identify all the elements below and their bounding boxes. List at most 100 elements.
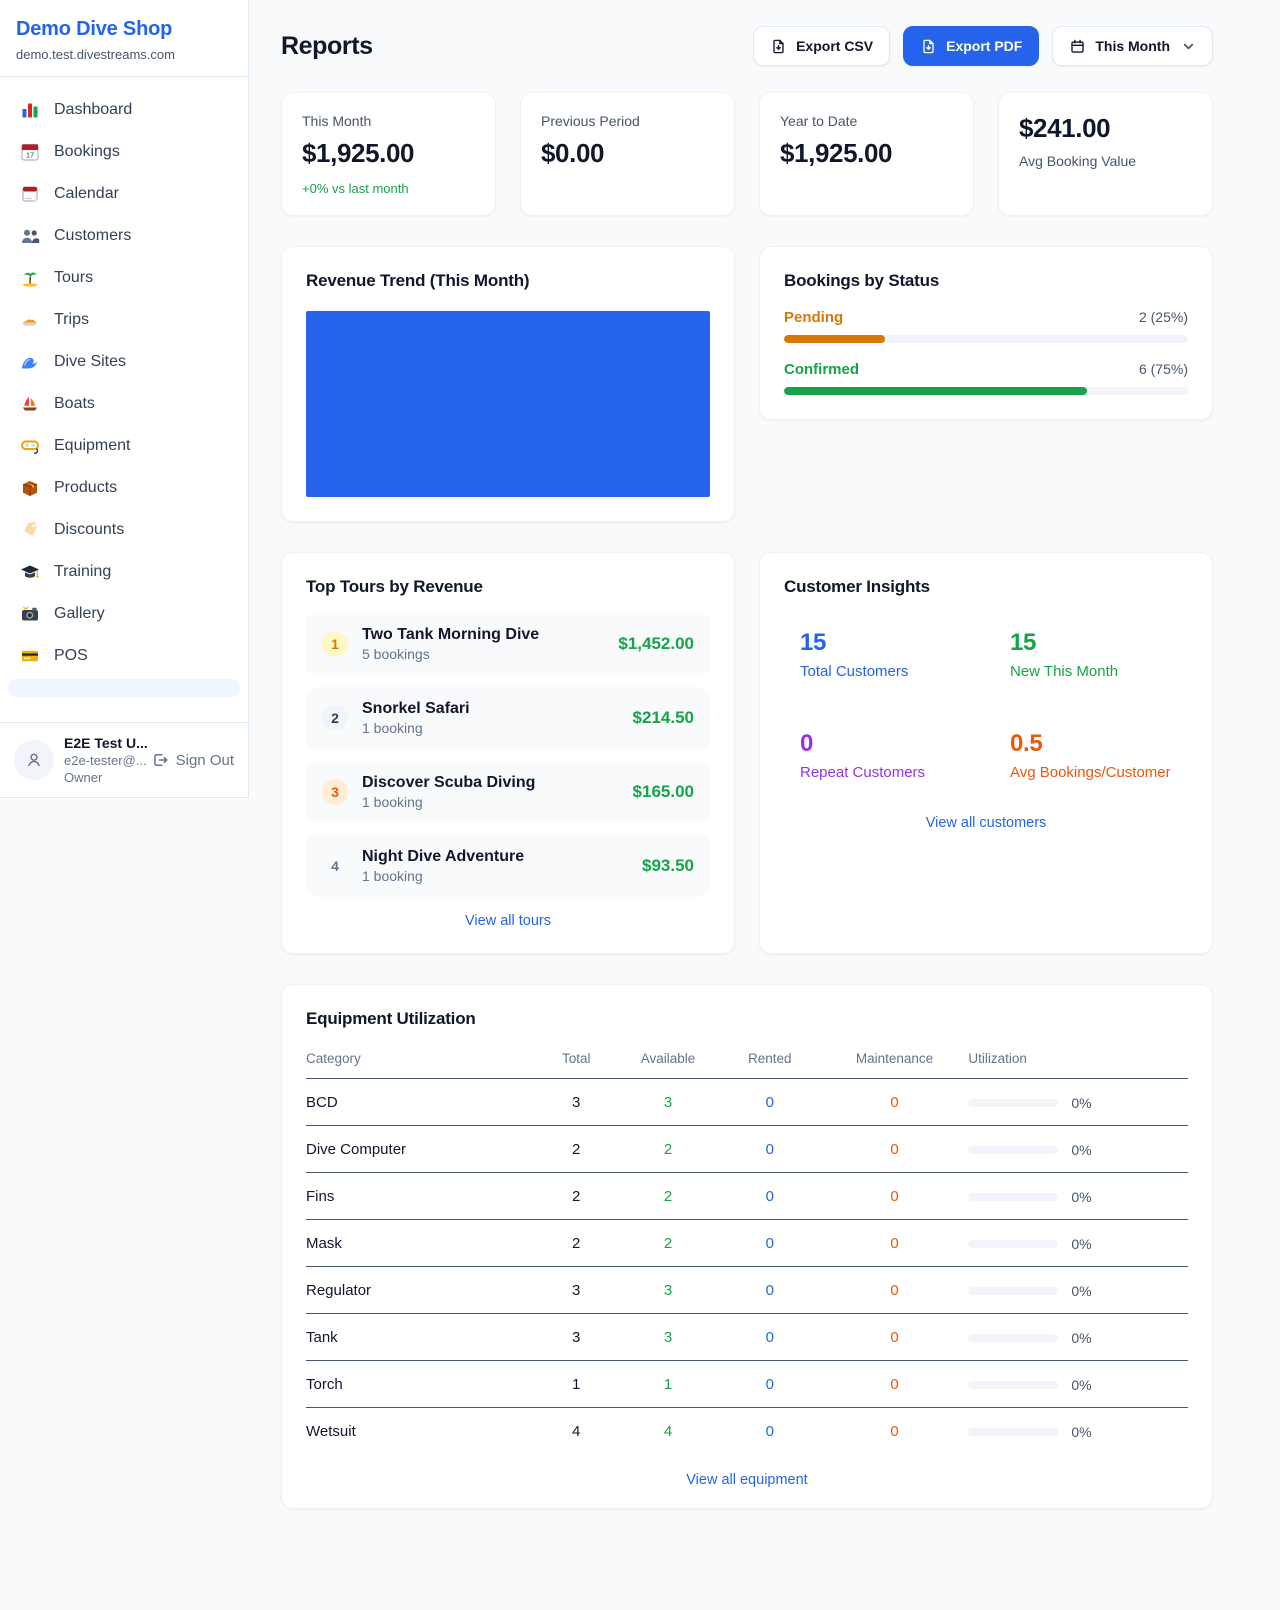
- table-row-torch: Torch 1 1 0 0 0%: [306, 1361, 1188, 1408]
- sidebar-item-products[interactable]: Products: [8, 467, 240, 509]
- speedboat-icon: [20, 310, 40, 330]
- stats-grid: This Month $1,925.00 +0% vs last month P…: [281, 92, 1213, 216]
- grad-cap-icon: [20, 562, 40, 582]
- top-tours-title: Top Tours by Revenue: [306, 577, 710, 597]
- view-all-customers-link[interactable]: View all customers: [784, 815, 1188, 831]
- sidebar-item-customers[interactable]: Customers: [8, 215, 240, 257]
- sidebar-item-dive-sites[interactable]: Dive Sites: [8, 341, 240, 383]
- bookings-by-status-title: Bookings by Status: [784, 271, 1188, 291]
- rank-badge: 3: [322, 779, 348, 805]
- avatar: [14, 740, 54, 780]
- period-label: This Month: [1095, 38, 1170, 54]
- revenue-trend-title: Revenue Trend (This Month): [306, 271, 710, 291]
- sidebar-item-reports-partial[interactable]: [8, 679, 240, 697]
- user-role: Owner: [64, 770, 141, 785]
- export-csv-button[interactable]: Export CSV: [753, 26, 890, 66]
- equipment-table: Category Total Available Rented Maintena…: [306, 1041, 1188, 1454]
- col-available: Available: [617, 1041, 719, 1079]
- table-row-fins: Fins 2 2 0 0 0%: [306, 1173, 1188, 1220]
- dive-mask-icon: [20, 436, 40, 456]
- box-icon: [20, 478, 40, 498]
- utilization-bar-track: [968, 1334, 1058, 1342]
- bar-chart-icon: [20, 100, 40, 120]
- sailboat-icon: [20, 394, 40, 414]
- export-pdf-label: Export PDF: [946, 38, 1022, 54]
- sidebar-nav: Dashboard 17 Bookings Calendar Customers…: [0, 77, 248, 677]
- bookings-by-status-card: Bookings by Status Pending 2 (25%) Confi…: [759, 246, 1213, 420]
- status-bar-fill: [784, 335, 885, 343]
- user-email: e2e-tester@...: [64, 753, 141, 768]
- brand: Demo Dive Shop demo.test.divestreams.com: [0, 0, 248, 77]
- user-meta: E2E Test U... e2e-tester@... Owner: [64, 735, 141, 785]
- sidebar-item-pos[interactable]: POS: [8, 635, 240, 677]
- sidebar-item-gallery[interactable]: Gallery: [8, 593, 240, 635]
- sidebar-item-calendar[interactable]: Calendar: [8, 173, 240, 215]
- people-icon: [20, 226, 40, 246]
- tour-item-snorkel-safari: 2 Snorkel Safari 1 booking $214.50: [306, 687, 710, 749]
- stat-card-year-to-date: Year to Date $1,925.00: [759, 92, 974, 216]
- customer-insights-title: Customer Insights: [784, 577, 1188, 597]
- calendar-icon: [1069, 38, 1086, 55]
- sign-out-button[interactable]: Sign Out: [151, 751, 234, 769]
- calendar-date-icon: 17: [20, 142, 40, 162]
- view-all-equipment-link[interactable]: View all equipment: [306, 1472, 1188, 1488]
- col-utilization: Utilization: [968, 1041, 1188, 1079]
- revenue-trend-chart: [306, 311, 710, 497]
- utilization-bar-track: [968, 1193, 1058, 1201]
- sidebar-item-boats[interactable]: Boats: [8, 383, 240, 425]
- sidebar: Demo Dive Shop demo.test.divestreams.com…: [0, 0, 249, 798]
- col-total: Total: [535, 1041, 617, 1079]
- file-download-icon: [770, 38, 787, 55]
- credit-card-icon: [20, 646, 40, 666]
- equipment-utilization-card: Equipment Utilization Category Total Ava…: [281, 984, 1213, 1509]
- rank-badge: 1: [322, 631, 348, 657]
- tour-revenue: $1,452.00: [618, 634, 694, 654]
- main-content: Reports Export CSV Export PDF This Month…: [249, 0, 1280, 1549]
- table-row-bcd: BCD 3 3 0 0 0%: [306, 1079, 1188, 1126]
- tour-revenue: $165.00: [633, 782, 694, 802]
- tour-revenue: $214.50: [633, 708, 694, 728]
- export-pdf-button[interactable]: Export PDF: [903, 26, 1039, 66]
- page-title: Reports: [281, 32, 373, 61]
- status-bar-fill: [784, 387, 1087, 395]
- col-rented: Rented: [719, 1041, 821, 1079]
- sidebar-item-discounts[interactable]: Discounts: [8, 509, 240, 551]
- calendar-pad-icon: [20, 184, 40, 204]
- charts-row: Revenue Trend (This Month) Bookings by S…: [281, 246, 1213, 522]
- user-footer: E2E Test U... e2e-tester@... Owner Sign …: [0, 722, 248, 797]
- table-header-row: Category Total Available Rented Maintena…: [306, 1041, 1188, 1079]
- view-all-tours-link[interactable]: View all tours: [306, 913, 710, 929]
- tag-icon: [20, 520, 40, 540]
- sidebar-item-dashboard[interactable]: Dashboard: [8, 89, 240, 131]
- sidebar-item-tours[interactable]: Tours: [8, 257, 240, 299]
- sidebar-item-equipment[interactable]: Equipment: [8, 425, 240, 467]
- export-csv-label: Export CSV: [796, 38, 873, 54]
- sidebar-item-training[interactable]: Training: [8, 551, 240, 593]
- utilization-bar-track: [968, 1428, 1058, 1436]
- page-header: Reports Export CSV Export PDF This Month: [281, 26, 1213, 66]
- shop-domain: demo.test.divestreams.com: [16, 47, 232, 62]
- period-dropdown[interactable]: This Month: [1052, 26, 1213, 66]
- sign-out-label: Sign Out: [176, 752, 234, 769]
- utilization-bar-track: [968, 1146, 1058, 1154]
- top-tours-card: Top Tours by Revenue 1 Two Tank Morning …: [281, 552, 735, 954]
- sidebar-item-trips[interactable]: Trips: [8, 299, 240, 341]
- insight-box-total-customers: 15 Total Customers: [784, 613, 978, 698]
- insights-row: Top Tours by Revenue 1 Two Tank Morning …: [281, 552, 1213, 954]
- shop-name: Demo Dive Shop: [16, 18, 232, 41]
- insights-grid: 15 Total Customers 15 New This Month 0 R…: [784, 613, 1188, 799]
- tour-revenue: $93.50: [642, 856, 694, 876]
- person-icon: [23, 749, 45, 771]
- stat-card-avg-booking-value: Avg Booking Value $241.00: [998, 92, 1213, 216]
- status-bar-track: [784, 335, 1188, 343]
- status-list: Pending 2 (25%) Confirmed 6 (75%): [784, 309, 1188, 395]
- chevron-down-icon: [1181, 39, 1196, 54]
- user-name: E2E Test U...: [64, 735, 141, 751]
- table-row-dive-computer: Dive Computer 2 2 0 0 0%: [306, 1126, 1188, 1173]
- utilization-bar-track: [968, 1381, 1058, 1389]
- insight-box-repeat-customers: 0 Repeat Customers: [784, 714, 978, 799]
- table-row-mask: Mask 2 2 0 0 0%: [306, 1220, 1188, 1267]
- stat-card-this-month: This Month $1,925.00 +0% vs last month: [281, 92, 496, 216]
- rank-badge: 2: [322, 705, 348, 731]
- sidebar-item-bookings[interactable]: 17 Bookings: [8, 131, 240, 173]
